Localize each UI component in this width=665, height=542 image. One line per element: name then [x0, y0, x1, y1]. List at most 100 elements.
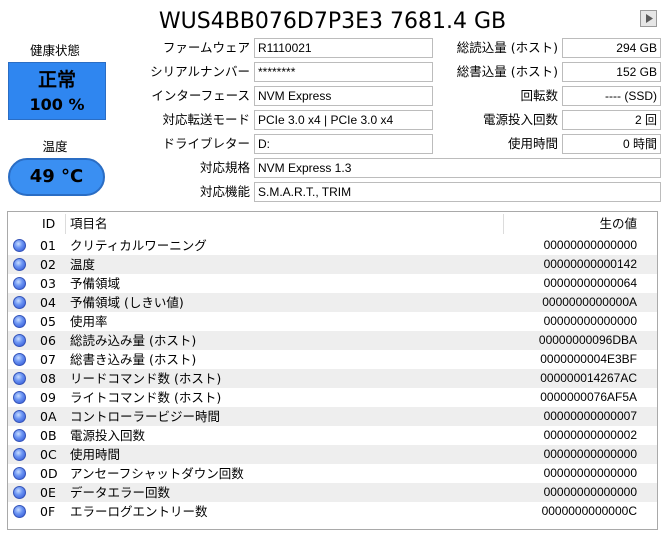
table-row[interactable]: 0C 使用時間 00000000000000 — [8, 445, 657, 464]
firmware-value: R1110021 — [254, 38, 433, 58]
row-raw-value: 0000000000000C — [541, 504, 637, 518]
row-raw-value: 00000000000007 — [543, 409, 637, 423]
total-read-label: 総読込量 (ホスト) — [456, 40, 558, 55]
row-id: 07 — [40, 352, 56, 367]
row-id: 0B — [40, 428, 57, 443]
row-id: 06 — [40, 333, 56, 348]
status-dot-icon — [13, 410, 26, 423]
row-name: 温度 — [70, 257, 96, 272]
status-dot-icon — [13, 353, 26, 366]
row-name: データエラー回数 — [70, 485, 171, 500]
row-raw-value: 0000000000000A — [542, 295, 637, 309]
serial-value: ******** — [254, 62, 433, 82]
features-label: 対応機能 — [199, 184, 250, 199]
row-raw-value: 00000000000002 — [543, 428, 637, 442]
table-row[interactable]: 08 リードコマンド数 (ホスト) 000000014267AC — [8, 369, 657, 388]
row-id: 09 — [40, 390, 56, 405]
status-dot-icon — [13, 486, 26, 499]
table-row[interactable]: 0D アンセーフシャットダウン回数 00000000000000 — [8, 464, 657, 483]
total-write-label: 総書込量 (ホスト) — [456, 64, 558, 79]
row-name: 使用率 — [70, 314, 108, 329]
temperature-badge[interactable]: 49 °C — [8, 158, 105, 196]
row-raw-value: 00000000000000 — [543, 466, 637, 480]
header-id[interactable]: ID — [42, 212, 55, 236]
row-raw-value: 0000000004E3BF — [540, 352, 637, 366]
status-dot-icon — [13, 448, 26, 461]
table-row[interactable]: 07 総書き込み量 (ホスト) 0000000004E3BF — [8, 350, 657, 369]
standard-value: NVM Express 1.3 — [254, 158, 661, 178]
row-id: 0E — [40, 485, 56, 500]
row-raw-value: 00000000000000 — [543, 485, 637, 499]
row-id: 0F — [40, 504, 56, 519]
table-row[interactable]: 0A コントローラービジー時間 00000000000007 — [8, 407, 657, 426]
row-id: 0A — [40, 409, 57, 424]
health-percent: 100 % — [29, 95, 85, 114]
transfer-mode-value: PCIe 3.0 x4 | PCIe 3.0 x4 — [254, 110, 433, 130]
interface-label: インターフェース — [151, 88, 250, 103]
row-raw-value: 00000000096DBA — [538, 333, 637, 347]
status-dot-icon — [13, 372, 26, 385]
table-body: 01 クリティカルワーニング 00000000000000 02 温度 000000000… — [8, 236, 657, 521]
drive-letter-label: ドライブレター — [162, 136, 250, 151]
column-divider — [65, 214, 66, 234]
status-dot-icon — [13, 429, 26, 442]
column-divider — [503, 214, 504, 234]
table-row[interactable]: 0E データエラー回数 00000000000000 — [8, 483, 657, 502]
row-raw-value: 00000000000064 — [543, 276, 637, 290]
table-row[interactable]: 03 予備領域 00000000000064 — [8, 274, 657, 293]
power-on-hours-value: 0 時間 — [562, 134, 661, 154]
status-dot-icon — [13, 315, 26, 328]
row-name: 総書き込み量 (ホスト) — [70, 352, 197, 367]
rotation-label: 回転数 — [520, 88, 558, 103]
status-dot-icon — [13, 277, 26, 290]
status-dot-icon — [13, 334, 26, 347]
row-name: ライトコマンド数 (ホスト) — [70, 390, 222, 405]
drive-letter-value: D: — [254, 134, 433, 154]
row-id: 0D — [40, 466, 58, 481]
row-id: 05 — [40, 314, 56, 329]
header-name[interactable]: 項目名 — [70, 212, 108, 236]
row-raw-value: 00000000000000 — [543, 447, 637, 461]
row-id: 04 — [40, 295, 56, 310]
row-raw-value: 0000000076AF5A — [540, 390, 637, 404]
status-dot-icon — [13, 391, 26, 404]
row-name: 予備領域 (しきい値) — [70, 295, 184, 310]
table-row[interactable]: 01 クリティカルワーニング 00000000000000 — [8, 236, 657, 255]
row-id: 0C — [40, 447, 57, 462]
rotation-value: ---- (SSD) — [562, 86, 661, 106]
row-raw-value: 00000000000142 — [543, 257, 637, 271]
table-row[interactable]: 05 使用率 00000000000000 — [8, 312, 657, 331]
table-row[interactable]: 06 総読み込み量 (ホスト) 00000000096DBA — [8, 331, 657, 350]
row-raw-value: 000000014267AC — [540, 371, 637, 385]
row-raw-value: 00000000000000 — [543, 238, 637, 252]
header-raw-value[interactable]: 生の値 — [599, 212, 637, 236]
serial-label: シリアルナンバー — [150, 64, 250, 79]
smart-table[interactable]: ID 項目名 生の値 01 クリティカルワーニング 00000000000000 02… — [7, 211, 658, 530]
features-value: S.M.A.R.T., TRIM — [254, 182, 661, 202]
next-drive-button[interactable] — [640, 10, 657, 27]
total-write-value: 152 GB — [562, 62, 661, 82]
drive-title: WUS4BB076D7P3E3 7681.4 GB — [158, 9, 507, 34]
row-name: クリティカルワーニング — [70, 238, 207, 253]
row-name: 電源投入回数 — [70, 428, 146, 443]
row-id: 02 — [40, 257, 56, 272]
table-row[interactable]: 09 ライトコマンド数 (ホスト) 0000000076AF5A — [8, 388, 657, 407]
row-id: 08 — [40, 371, 56, 386]
status-dot-icon — [13, 239, 26, 252]
row-raw-value: 00000000000000 — [543, 314, 637, 328]
table-row[interactable]: 0B 電源投入回数 00000000000002 — [8, 426, 657, 445]
health-status-badge[interactable]: 正常 100 % — [8, 62, 106, 120]
status-dot-icon — [13, 258, 26, 271]
row-name: 予備領域 — [70, 276, 121, 291]
total-read-value: 294 GB — [562, 38, 661, 58]
table-row[interactable]: 0F エラーログエントリー数 0000000000000C — [8, 502, 657, 521]
temperature-label: 温度 — [42, 139, 68, 154]
power-on-hours-label: 使用時間 — [507, 136, 558, 151]
table-row[interactable]: 04 予備領域 (しきい値) 0000000000000A — [8, 293, 657, 312]
table-row[interactable]: 02 温度 00000000000142 — [8, 255, 657, 274]
row-id: 03 — [40, 276, 56, 291]
status-dot-icon — [13, 296, 26, 309]
row-name: アンセーフシャットダウン回数 — [70, 466, 244, 481]
status-dot-icon — [13, 505, 26, 518]
row-name: コントローラービジー時間 — [70, 409, 221, 424]
